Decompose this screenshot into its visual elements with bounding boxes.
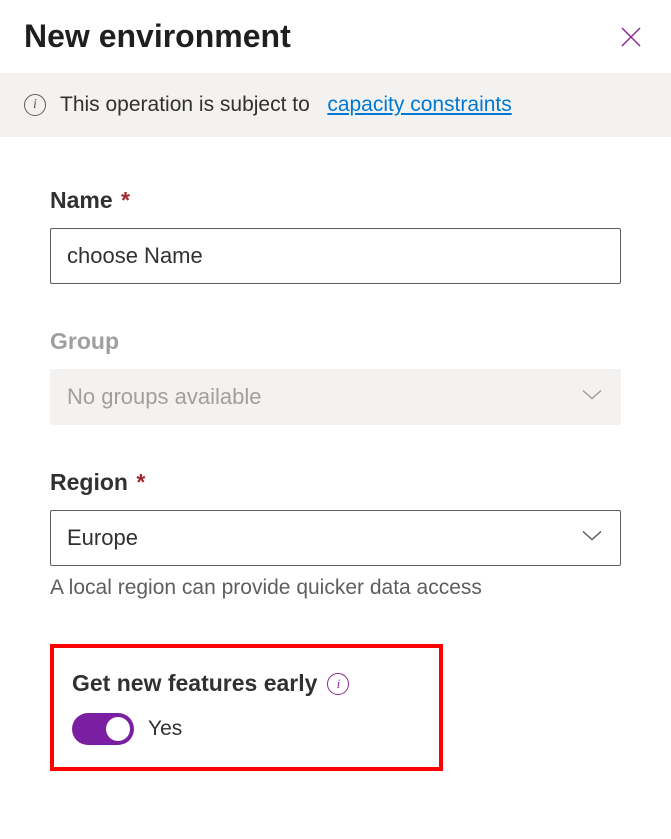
region-label: Region *: [50, 469, 621, 496]
features-toggle[interactable]: [72, 713, 134, 745]
region-helper-text: A local region can provide quicker data …: [50, 576, 621, 600]
close-icon: [620, 26, 642, 48]
region-label-text: Region: [50, 469, 128, 495]
capacity-constraints-link[interactable]: capacity constraints: [327, 93, 511, 116]
info-icon: i: [24, 94, 46, 116]
banner-text: This operation is subject to: [60, 93, 310, 116]
toggle-knob: [106, 717, 130, 741]
features-label: Get new features early: [72, 670, 317, 697]
features-info-icon[interactable]: i: [327, 673, 349, 695]
group-placeholder: No groups available: [67, 384, 261, 410]
features-label-row: Get new features early i: [72, 670, 421, 697]
dialog-header: New environment: [0, 0, 671, 73]
dialog-title: New environment: [24, 18, 291, 55]
name-label: Name *: [50, 187, 621, 214]
features-toggle-label: Yes: [148, 717, 182, 741]
region-field: Region * Europe A local region can provi…: [50, 469, 621, 600]
group-field: Group No groups available: [50, 328, 621, 425]
form-body: Name * Group No groups available Region …: [0, 137, 671, 791]
region-select[interactable]: Europe: [50, 510, 621, 566]
features-highlight-box: Get new features early i Yes: [50, 644, 443, 771]
close-button[interactable]: [615, 21, 647, 53]
group-label: Group: [50, 328, 621, 355]
info-banner-text: This operation is subject to capacity co…: [60, 93, 512, 117]
name-field: Name *: [50, 187, 621, 284]
name-input[interactable]: [50, 228, 621, 284]
required-star: *: [136, 469, 145, 495]
required-star: *: [121, 187, 130, 213]
info-banner: i This operation is subject to capacity …: [0, 73, 671, 137]
features-toggle-row: Yes: [72, 713, 421, 745]
region-value: Europe: [67, 525, 138, 551]
group-select: No groups available: [50, 369, 621, 425]
name-label-text: Name: [50, 187, 113, 213]
